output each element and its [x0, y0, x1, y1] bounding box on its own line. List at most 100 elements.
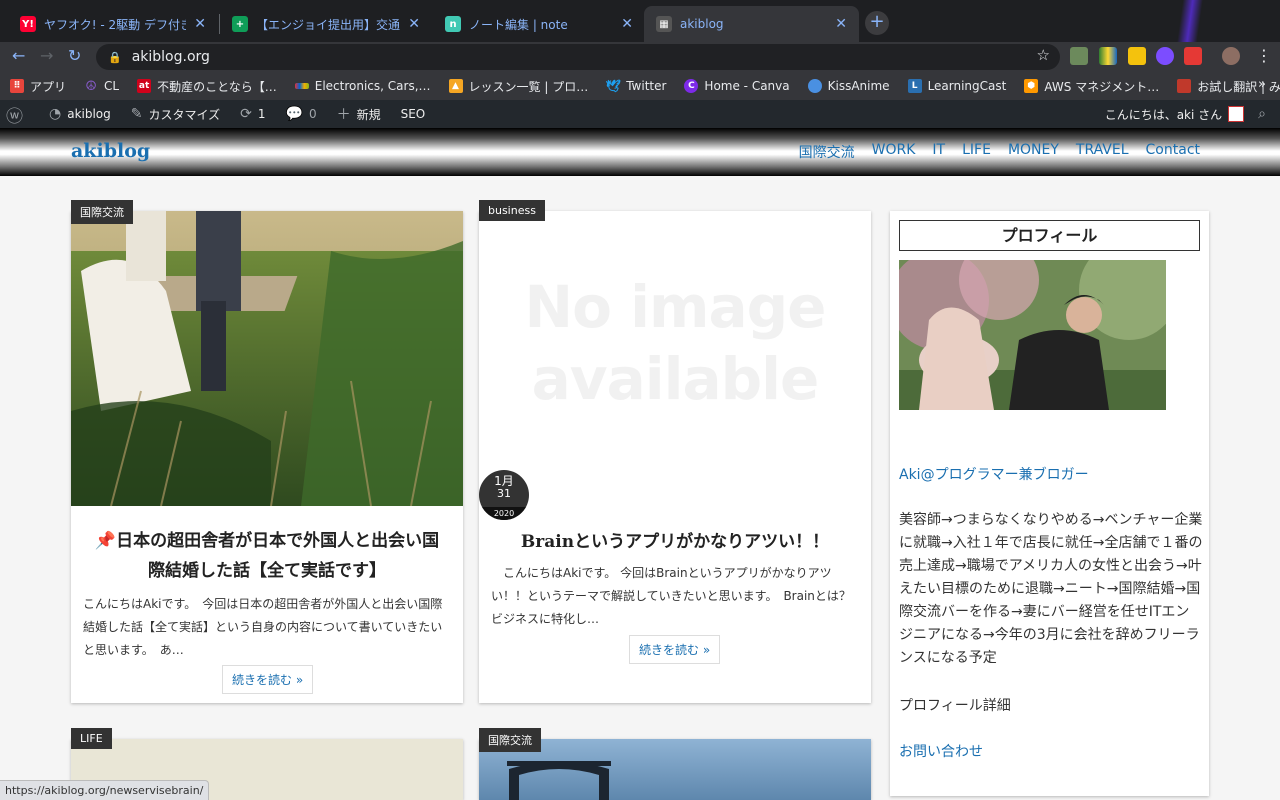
wp-logo-button[interactable]: ⓦ [6, 102, 29, 127]
akiblog-icon: ▦ [656, 16, 672, 32]
at-icon: at [137, 79, 152, 93]
dashboard-icon: ◔ [49, 106, 62, 122]
post-excerpt: こんにちはAkiです。 今回はBrainというアプリがかなりアツい！！というテー… [491, 566, 863, 626]
background-decoration [1177, 0, 1203, 42]
post-card: 国際交流 [71, 200, 463, 703]
admin-updates-link[interactable]: ⟳ 1 [240, 106, 265, 122]
url-text: akiblog.org [131, 49, 210, 65]
nav-item-travel[interactable]: TRAVEL [1076, 142, 1129, 162]
peace-icon: ☮ [85, 78, 97, 94]
post-card: 国際交流 [479, 728, 871, 800]
site-logo[interactable]: akiblog [71, 140, 150, 162]
wordpress-icon: ⓦ [6, 106, 23, 127]
lesson-icon: ▲ [448, 79, 463, 93]
bookmark-athome[interactable]: at 不動産のことなら【… [137, 78, 277, 95]
profile-detail-label[interactable]: プロフィール詳細 [899, 695, 1011, 715]
yahoo-icon: Y! [20, 16, 36, 32]
learningcast-icon: L [907, 79, 922, 93]
post-excerpt: こんにちはAkiです。 今回は日本の超田舎者が外国人と出会い国際結婚した話【全て… [83, 597, 443, 657]
post-title[interactable]: 📌日本の超田舎者が日本で外国人と出会い国 際結婚した話【全て実話です】 [71, 526, 463, 586]
admin-seo-link[interactable]: SEO [401, 107, 426, 121]
extension-icon[interactable] [1070, 47, 1088, 65]
category-label[interactable]: LIFE [71, 728, 112, 749]
canva-icon: C [684, 79, 699, 93]
bookmark-ebay[interactable]: Electronics, Cars,… [294, 79, 431, 93]
browser-tab[interactable]: + 【エンジョイ提出用】交通費・経費… ✕ [220, 6, 432, 42]
post-thumbnail[interactable] [71, 211, 463, 506]
close-tab-icon[interactable]: ✕ [194, 16, 206, 32]
category-label[interactable]: business [479, 200, 545, 221]
bookmark-apps[interactable]: ⠿ アプリ [10, 78, 66, 95]
menu-dots-icon[interactable]: ⋮ [1256, 46, 1272, 65]
notes-extension-icon[interactable] [1128, 47, 1146, 65]
avatar [1228, 106, 1245, 122]
nav-item-money[interactable]: MONEY [1008, 142, 1059, 162]
wedding-photo [71, 211, 463, 506]
browser-tab-active[interactable]: ▦ akiblog ✕ [644, 6, 859, 42]
new-tab-button[interactable]: + [865, 11, 889, 35]
address-bar[interactable]: 🔒 akiblog.org ☆ [96, 44, 1060, 70]
post-title[interactable]: Brainというアプリがかなりアツい！！ [479, 527, 871, 557]
apps-grid-icon: ⠿ [10, 79, 24, 93]
sidebar-profile-widget: プロフィール Aki@プログラマー兼ブロガー 美容師→つまらなくなりやめる→ベン… [890, 211, 1209, 796]
reload-icon[interactable]: ↻ [68, 46, 81, 65]
global-nav: 国際交流 WORK IT LIFE MONEY TRAVEL Contact [782, 142, 1200, 162]
browser-tab[interactable]: n ノート編集 | note ✕ [433, 6, 645, 42]
nav-item-contact[interactable]: Contact [1146, 142, 1200, 162]
category-label[interactable]: 国際交流 [71, 200, 133, 224]
back-icon[interactable]: ← [12, 46, 25, 65]
plus-icon: ＋ [336, 107, 351, 123]
bookmark-canva[interactable]: C Home - Canva [684, 79, 790, 93]
lock-icon: 🔒 [108, 50, 122, 64]
post-thumbnail[interactable]: No image available [479, 211, 871, 506]
globe-icon [807, 79, 822, 93]
site-header: akiblog 国際交流 WORK IT LIFE MONEY TRAVEL C… [0, 128, 1280, 176]
comment-icon: 💬 [285, 106, 303, 122]
close-tab-icon[interactable]: ✕ [835, 16, 847, 32]
admin-account[interactable]: こんにちは、aki さん ⌕ [1105, 100, 1266, 128]
widget-title: プロフィール [899, 220, 1200, 251]
contact-link[interactable]: お問い合わせ [899, 741, 983, 761]
browser-tab[interactable]: Y! ヤフオク! - 2駆動 デフ付きシャフ… ✕ [8, 6, 218, 42]
check-extension-icon[interactable] [1156, 47, 1174, 65]
admin-site-link[interactable]: ◔ akiblog [49, 106, 111, 122]
browser-toolbar: ← → ↻ 🔒 akiblog.org ☆ ⋮ [0, 42, 1280, 72]
nav-item-life[interactable]: LIFE [962, 142, 991, 162]
post-card: business No image available 1月 31 2020 B… [479, 200, 871, 703]
chart-extension-icon[interactable] [1099, 47, 1117, 65]
search-icon[interactable]: ⌕ [1258, 106, 1266, 122]
ebay-icon [294, 83, 309, 89]
profile-bio: 美容師→つまらなくなりやめる→ベンチャー企業に就職→入社１年で店長に就任→全店舗… [899, 512, 1203, 666]
extension-icon[interactable] [1184, 47, 1202, 65]
close-tab-icon[interactable]: ✕ [621, 16, 633, 32]
bookmarks-overflow-icon[interactable]: » [1258, 77, 1266, 92]
nav-item-work[interactable]: WORK [872, 142, 916, 162]
no-image-placeholder: No image available [524, 273, 827, 413]
bookmark-lessons[interactable]: ▲ レッスン一覧 | プロ… [448, 78, 588, 95]
admin-customize-link[interactable]: ✎ カスタマイズ [131, 106, 220, 123]
bookmark-aws[interactable]: ⬢ AWS マネジメント… [1024, 78, 1159, 95]
wp-admin-bar: ⓦ ◔ akiblog ✎ カスタマイズ ⟳ 1 💬 0 ＋新規 SEO こんにちは、a… [0, 100, 1280, 128]
close-tab-icon[interactable]: ✕ [408, 16, 420, 32]
forward-icon[interactable]: → [40, 46, 53, 65]
admin-comments-link[interactable]: 💬 0 [286, 106, 317, 122]
nav-item-it[interactable]: IT [932, 142, 945, 162]
read-more-button[interactable]: 続きを読む » [222, 665, 314, 694]
bookmark-learningcast[interactable]: L LearningCast [907, 79, 1006, 93]
profile-avatar-icon[interactable] [1222, 47, 1240, 65]
updates-icon: ⟳ [240, 106, 252, 122]
bookmark-star-icon[interactable]: ☆ [1037, 46, 1050, 64]
bookmark-twitter[interactable]: 🕊 Twitter [606, 79, 667, 93]
read-more-button[interactable]: 続きを読む » [629, 635, 721, 664]
note-icon: n [445, 16, 461, 32]
profile-photo [899, 260, 1166, 410]
link-status-bar: https://akiblog.org/newservisebrain/ [0, 780, 210, 800]
profile-name-link[interactable]: Aki@プログラマー兼ブロガー [899, 464, 1089, 484]
nav-item-international[interactable]: 国際交流 [799, 142, 855, 162]
bookmark-cl[interactable]: ☮ CL [84, 78, 119, 94]
admin-new-link[interactable]: ＋新規 [337, 104, 381, 124]
bookmarks-bar: ⠿ アプリ ☮ CL at 不動産のことなら【… Electronics, Cars,… [0, 72, 1280, 100]
category-label[interactable]: 国際交流 [479, 728, 541, 752]
bookmark-kissanime[interactable]: KissAnime [807, 79, 890, 93]
brush-icon: ✎ [130, 106, 143, 122]
